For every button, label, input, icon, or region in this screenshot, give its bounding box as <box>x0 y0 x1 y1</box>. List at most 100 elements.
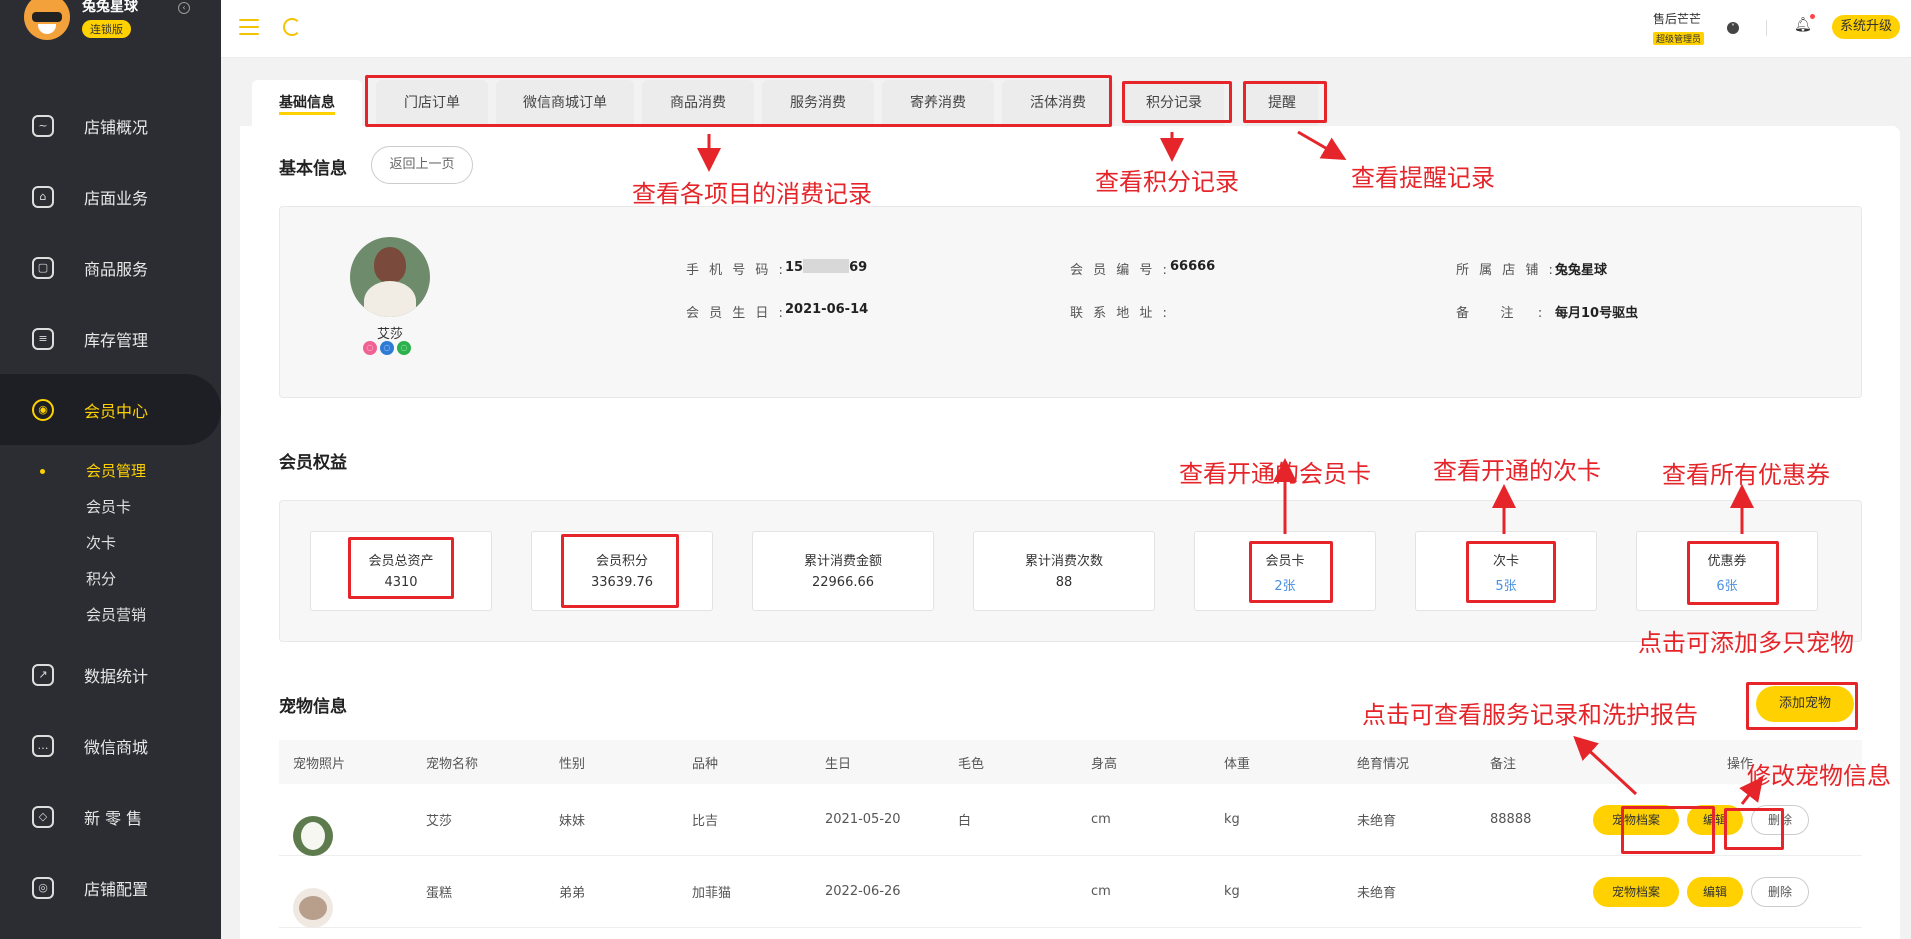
sidebar-item-store-config[interactable]: ◎ 店铺配置 <box>0 852 221 923</box>
annotation-points-records: 查看积分记录 <box>1095 168 1239 196</box>
col-birthday: 生日 <box>825 756 852 772</box>
member-id-label: 会 员 编 号 : <box>1070 263 1170 278</box>
card-label: 会员总资产 <box>368 554 434 569</box>
tab-goods-consumption[interactable]: 商品消费 <box>642 80 754 126</box>
bag-icon: ▢ <box>32 256 54 279</box>
pet-breed: 加菲猫 <box>692 886 732 901</box>
box-icon: ◇ <box>32 805 54 828</box>
sub-item-member-marketing[interactable]: 会员营销 <box>0 597 221 633</box>
sidebar-item-overview[interactable]: ~ 店铺概况 <box>0 90 221 161</box>
card-value: 4310 <box>384 575 418 590</box>
member-id-value: 66666 <box>1170 259 1216 274</box>
pet-neutered: 未绝育 <box>1357 886 1397 901</box>
sidebar-item-new-retail[interactable]: ◇ 新 零 售 <box>0 781 221 852</box>
phone-suffix: 69 <box>849 260 868 275</box>
tab-boarding-consumption[interactable]: 寄养消费 <box>882 80 994 126</box>
store-name: 兔兔星球 <box>82 0 138 15</box>
sub-item-member-manage[interactable]: 会员管理 <box>0 453 221 489</box>
sidebar-item-statistics[interactable]: ↗ 数据统计 <box>0 639 221 710</box>
col-weight: 体重 <box>1224 756 1251 772</box>
sidebar-item-goods-service[interactable]: ▢ 商品服务 <box>0 232 221 303</box>
back-button[interactable]: 返回上一页 <box>371 146 473 184</box>
edit-pet-button[interactable]: 编辑 <box>1687 805 1743 835</box>
sidebar-item-store-business[interactable]: ⌂ 店面业务 <box>0 161 221 232</box>
add-pet-button[interactable]: 添加宠物 <box>1756 686 1854 722</box>
menu-icon[interactable] <box>239 19 259 35</box>
pet-breed: 比吉 <box>692 814 719 829</box>
benefits-panel: 会员总资产 4310 会员积分 33639.76 累计消费金额 22966.66… <box>279 500 1862 642</box>
card-coupons[interactable]: 优惠券 6张 <box>1636 531 1818 611</box>
sidebar-item-label: 店铺配置 <box>84 879 149 899</box>
member-avatar <box>350 237 430 317</box>
topbar: 售后芒芒 超级管理员 ˅ 🔔︎ 系统升级 <box>221 0 1911 58</box>
address-label: 联 系 地 址 : <box>1070 306 1170 321</box>
tab-store-orders[interactable]: 门店订单 <box>376 80 488 126</box>
brand: 兔兔星球 连锁版 ‹ <box>24 0 190 46</box>
pet-height: cm <box>1091 884 1111 899</box>
sub-item-times-card[interactable]: 次卡 <box>0 525 221 561</box>
sidebar-item-label: 商品服务 <box>84 259 149 279</box>
col-name: 宠物名称 <box>426 756 479 772</box>
delete-pet-button[interactable]: 删除 <box>1751 805 1809 835</box>
pet-birthday: 2021-05-20 <box>825 812 901 827</box>
inventory-icon: ≡ <box>32 327 54 350</box>
sidebar-item-label: 新 零 售 <box>84 808 143 828</box>
phone-label: 手 机 号 码 : <box>686 263 786 278</box>
chart-icon: ↗ <box>32 663 54 686</box>
sidebar: 兔兔星球 连锁版 ‹ ~ 店铺概况 ⌂ 店面业务 ▢ 商品服务 ≡ 库存管理 ◉… <box>0 0 221 939</box>
pet-name: 艾莎 <box>426 814 453 829</box>
sidebar-item-inventory[interactable]: ≡ 库存管理 <box>0 303 221 374</box>
pet-name: 蛋糕 <box>426 886 453 901</box>
store-label: 所 属 店 铺 : <box>1456 263 1556 278</box>
delete-pet-button[interactable]: 删除 <box>1751 877 1809 907</box>
coupons-link[interactable]: 6张 <box>1637 575 1817 594</box>
card-label: 累计消费金额 <box>803 554 882 569</box>
tab-reminders[interactable]: 提醒 <box>1246 80 1318 126</box>
collapse-icon[interactable]: ‹ <box>178 2 190 14</box>
times-cards-link[interactable]: 5张 <box>1416 575 1596 594</box>
edit-pet-button[interactable]: 编辑 <box>1687 877 1743 907</box>
pet-archive-button[interactable]: 宠物档案 <box>1593 805 1679 835</box>
member-cards-link[interactable]: 2张 <box>1195 575 1375 594</box>
card-points: 会员积分 33639.76 <box>531 531 713 611</box>
user-name: 售后芒芒 <box>1653 12 1702 26</box>
sidebar-item-label: 会员中心 <box>84 401 149 421</box>
phone-value: 15 69 <box>785 259 867 275</box>
tab-service-consumption[interactable]: 服务消费 <box>762 80 874 126</box>
tab-live-consumption[interactable]: 活体消费 <box>1002 80 1114 126</box>
member-tags: ◌ ◌ ◌ <box>363 341 411 355</box>
card-label: 次卡 <box>1492 554 1519 569</box>
col-breed: 品种 <box>692 756 719 772</box>
basic-info-title: 基本信息 <box>279 159 347 179</box>
table-header: 宠物照片 宠物名称 性别 品种 生日 毛色 身高 体重 绝育情况 备注 操作 <box>279 740 1862 784</box>
sidebar-item-member-center[interactable]: ◉ 会员中心 <box>0 374 221 445</box>
sidebar-item-label: 微信商城 <box>84 737 149 757</box>
tab-basic-info[interactable]: 基础信息 <box>252 80 362 126</box>
col-photo: 宠物照片 <box>293 756 346 772</box>
sidebar-item-label: 店铺概况 <box>84 117 149 137</box>
tab-points-records[interactable]: 积分记录 <box>1124 80 1224 126</box>
refresh-icon[interactable] <box>283 18 301 36</box>
tab-wechat-orders[interactable]: 微信商城订单 <box>496 80 634 126</box>
col-note: 备注 <box>1490 756 1517 772</box>
upgrade-button[interactable]: 系统升级 <box>1832 15 1900 39</box>
member-submenu: 会员管理 会员卡 次卡 积分 会员营销 <box>0 445 221 639</box>
card-value: 33639.76 <box>590 575 654 590</box>
member-info-card: 艾莎 ◌ ◌ ◌ 手 机 号 码 : 15 69 会 员 编 号 : 66666 … <box>279 206 1862 398</box>
user-info[interactable]: 售后芒芒 超级管理员 <box>1653 10 1705 46</box>
store-icon: ⌂ <box>32 185 54 208</box>
tag-pink-icon: ◌ <box>363 341 377 355</box>
sub-item-points[interactable]: 积分 <box>0 561 221 597</box>
col-neutered: 绝育情况 <box>1357 756 1410 772</box>
card-label: 优惠券 <box>1707 554 1747 569</box>
bell-icon[interactable]: 🔔︎ <box>1794 17 1812 33</box>
tab-label: 基础信息 <box>279 95 335 115</box>
sidebar-item-label: 库存管理 <box>84 330 149 350</box>
card-times-cards[interactable]: 次卡 5张 <box>1415 531 1597 611</box>
card-member-cards[interactable]: 会员卡 2张 <box>1194 531 1376 611</box>
sidebar-item-wechat-mall[interactable]: … 微信商城 <box>0 710 221 781</box>
member-name: 艾莎 <box>376 327 403 342</box>
sub-item-member-card[interactable]: 会员卡 <box>0 489 221 525</box>
pet-archive-button[interactable]: 宠物档案 <box>1593 877 1679 907</box>
chevron-down-icon[interactable]: ˅ <box>1727 22 1739 34</box>
